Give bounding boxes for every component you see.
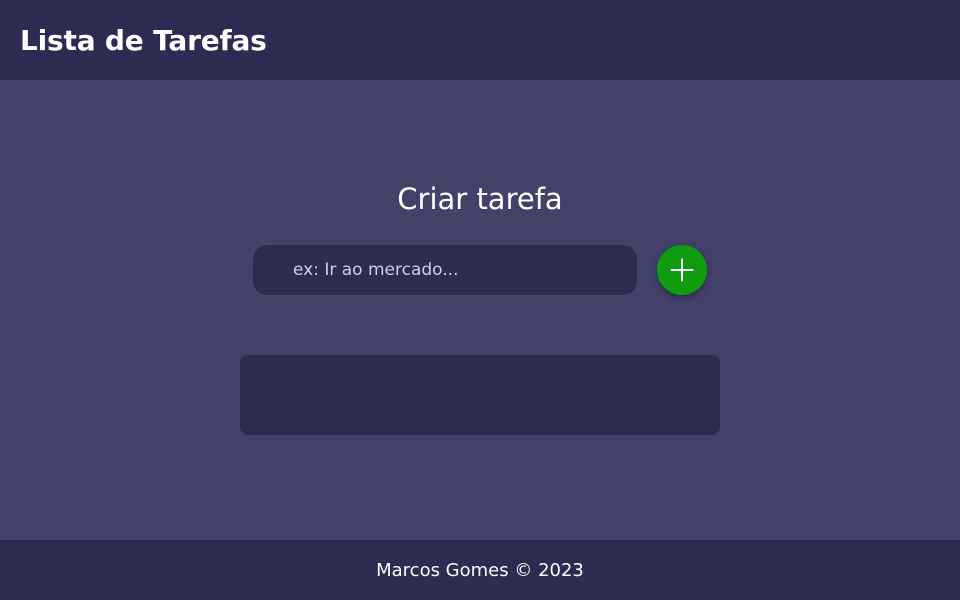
plus-icon xyxy=(670,258,694,282)
footer: Marcos Gomes © 2023 xyxy=(0,540,960,600)
main-content: Criar tarefa xyxy=(0,80,960,540)
task-list xyxy=(240,355,720,435)
footer-credit: Marcos Gomes © 2023 xyxy=(376,559,584,581)
task-input[interactable] xyxy=(253,245,637,295)
app-header: Lista de Tarefas xyxy=(0,0,960,80)
create-task-title: Criar tarefa xyxy=(397,182,563,216)
add-task-button[interactable] xyxy=(657,245,707,295)
app-title: Lista de Tarefas xyxy=(20,23,267,57)
